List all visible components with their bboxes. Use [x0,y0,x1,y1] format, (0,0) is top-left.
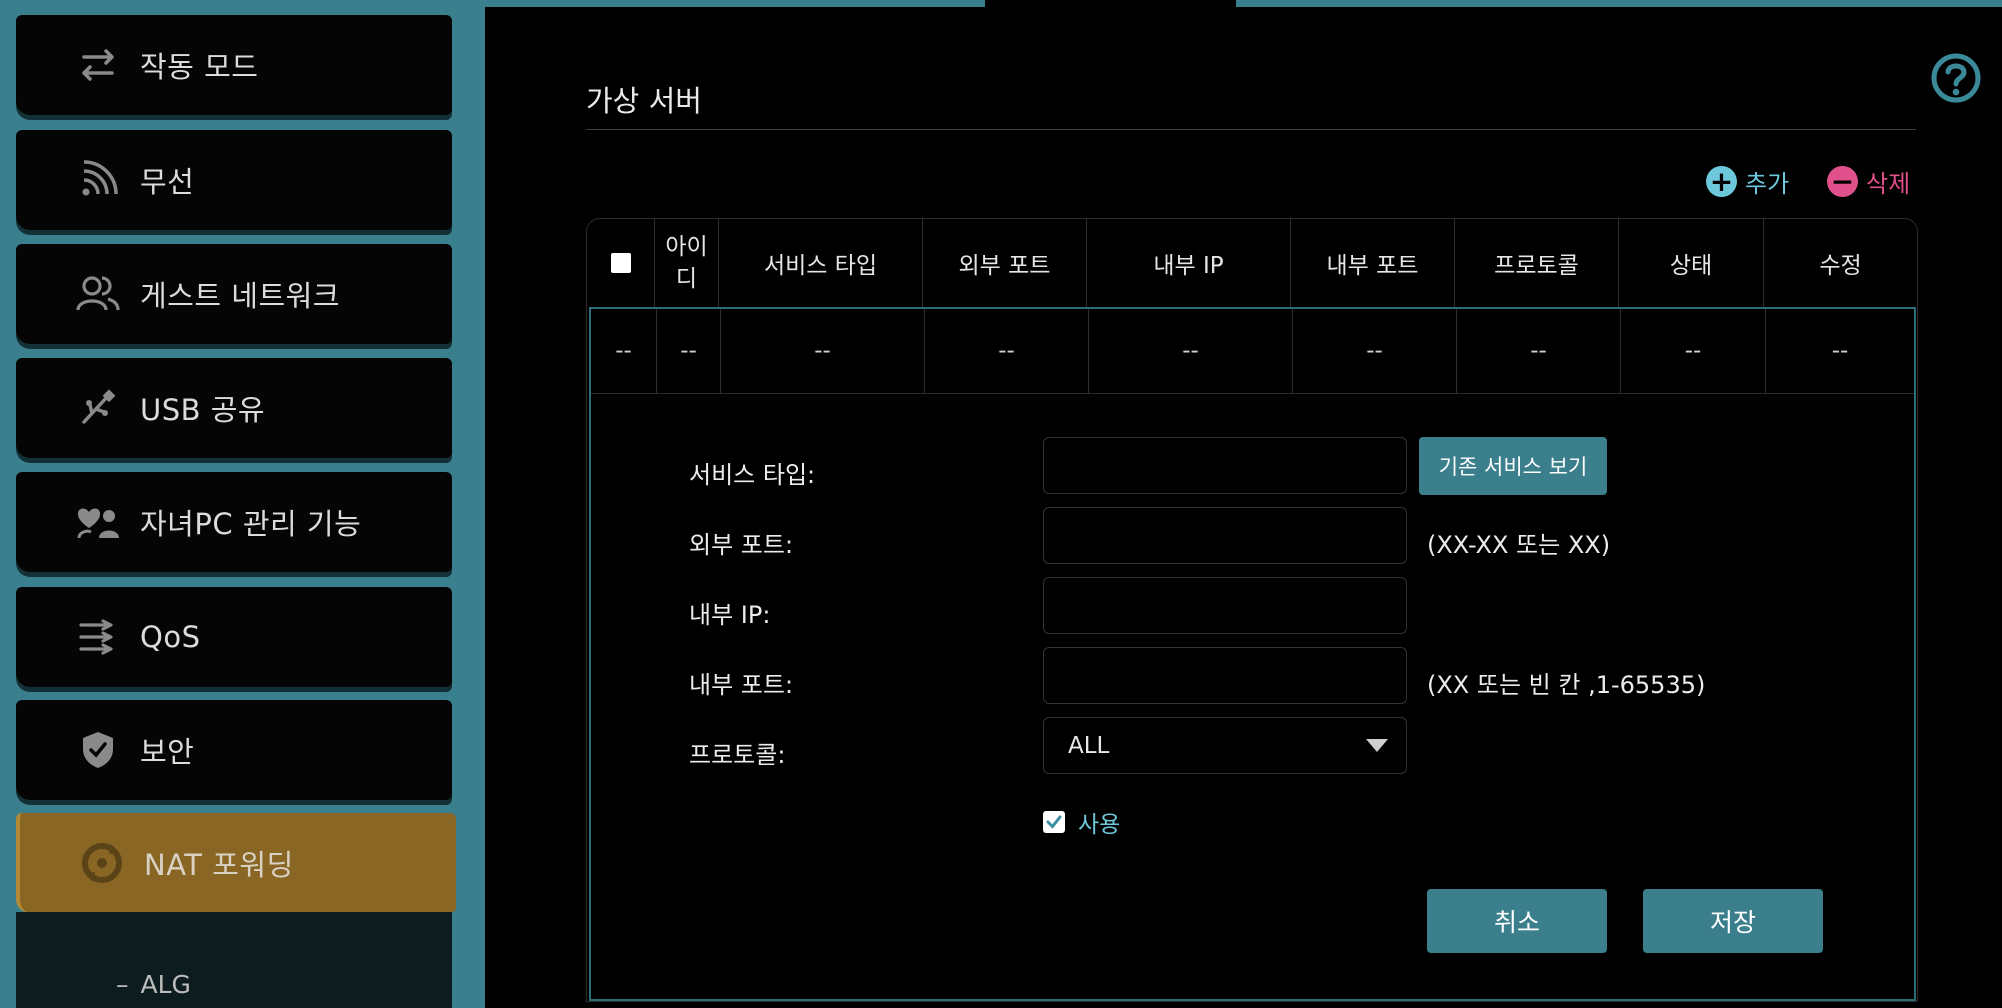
dash-marker: – [116,970,129,999]
table-cell: -- [591,309,657,393]
sidebar-item-label: 자녀PC 관리 기능 [140,507,362,541]
switch-mode-icon [68,35,128,95]
sidebar-item-label: 보안 [140,735,195,769]
sidebar-item-operation-mode[interactable]: 작동 모드 [16,15,452,115]
external-port-input[interactable] [1043,507,1407,564]
top-tab-strip [485,0,985,7]
delete-button[interactable]: − 삭제 [1827,164,1910,199]
plus-icon: + [1706,166,1737,197]
column-header-protocol: 프로토콜 [1455,219,1619,307]
service-type-input[interactable] [1043,437,1407,494]
column-header-modify: 수정 [1819,253,1862,279]
guest-network-icon [68,264,128,324]
external-port-label: 외부 포트: [689,531,794,559]
table-cell: -- [721,309,925,393]
cancel-button[interactable]: 취소 [1427,889,1607,953]
table-cell: -- [925,309,1089,393]
add-label: 추가 [1745,170,1790,198]
enable-label: 사용 [1078,812,1121,838]
table-row: -- -- -- -- -- -- -- -- -- [591,309,1914,394]
sidebar-item-label: USB 공유 [140,393,266,427]
main-content: 가상 서버 + 추가 − 삭제 아이디 서비스 타입 외부 포트 내부 IP 내… [485,0,2002,1008]
add-button[interactable]: + 추가 [1706,164,1789,199]
view-existing-services-button[interactable]: 기존 서비스 보기 [1419,437,1607,495]
divider [586,129,1916,130]
parental-control-icon [68,492,128,552]
header-select-all [587,219,655,307]
help-icon[interactable] [1930,52,1982,104]
edit-panel: -- -- -- -- -- -- -- -- -- 서비스 타입: 기존 서비… [589,307,1916,1001]
sidebar-subitem-alg[interactable]: – ALG [116,970,191,999]
sidebar-item-parental-control[interactable]: 자녀PC 관리 기능 [16,472,452,572]
nat-forwarding-icon [72,833,132,893]
internal-port-label: 내부 포트: [689,671,794,699]
qos-icon [68,607,128,667]
external-port-hint: (XX-XX 또는 XX) [1427,531,1611,559]
shield-icon [68,720,128,780]
internal-port-hint: (XX 또는 빈 칸 ,1-65535) [1427,671,1706,699]
sidebar: 작동 모드 무선 게스트 네트워크 USB 공유 자녀PC 관리 기능 QoS [0,0,485,1008]
protocol-select[interactable]: ALL [1043,717,1407,774]
select-all-checkbox[interactable] [610,253,631,273]
save-button[interactable]: 저장 [1643,889,1823,953]
table-header: 아이디 서비스 타입 외부 포트 내부 IP 내부 포트 프로토콜 상태 수정 [587,219,1917,307]
delete-label: 삭제 [1866,170,1911,198]
column-header-service-type: 서비스 타입 [719,219,923,307]
table-cell: -- [1621,309,1766,393]
checkbox-check-icon [1043,811,1065,833]
sidebar-item-label: NAT 포워딩 [144,848,294,882]
enable-checkbox[interactable]: 사용 [1043,805,1120,839]
virtual-server-table: 아이디 서비스 타입 외부 포트 내부 IP 내부 포트 프로토콜 상태 수정 … [586,218,1918,1002]
protocol-label: 프로토콜: [689,741,786,769]
sidebar-item-security[interactable]: 보안 [16,700,452,800]
wireless-icon [68,150,128,210]
sidebar-item-nat-forwarding[interactable]: NAT 포워딩 [16,813,456,913]
column-header-internal-ip: 내부 IP [1087,219,1291,307]
table-cell: -- [1089,309,1293,393]
column-header-status: 상태 [1619,219,1764,307]
table-cell: -- [1831,338,1849,364]
sidebar-submenu: – ALG [16,912,452,1008]
page-title: 가상 서버 [586,84,702,118]
table-cell: -- [1293,309,1457,393]
internal-ip-label: 내부 IP: [689,601,771,629]
sidebar-item-qos[interactable]: QoS [16,587,452,687]
table-cell: -- [657,309,721,393]
subitem-label: ALG [140,970,191,999]
column-header-internal-port: 내부 포트 [1291,219,1455,307]
sidebar-item-label: QoS [140,620,201,654]
sidebar-item-wireless[interactable]: 무선 [16,130,452,230]
internal-port-input[interactable] [1043,647,1407,704]
sidebar-item-label: 무선 [140,165,195,199]
column-header-external-port: 외부 포트 [923,219,1087,307]
internal-ip-input[interactable] [1043,577,1407,634]
sidebar-item-label: 작동 모드 [140,50,259,84]
sidebar-item-guest-network[interactable]: 게스트 네트워크 [16,244,452,344]
table-cell: -- [1457,309,1621,393]
sidebar-item-label: 게스트 네트워크 [140,279,340,313]
sidebar-item-usb-sharing[interactable]: USB 공유 [16,358,452,458]
protocol-selected-value: ALL [1068,732,1110,759]
top-tab-strip [1236,0,2002,7]
minus-icon: − [1827,166,1858,197]
service-type-label: 서비스 타입: [689,461,816,489]
chevron-down-icon [1366,739,1388,752]
usb-icon [68,378,128,438]
column-header-id: 아이디 [655,219,719,307]
